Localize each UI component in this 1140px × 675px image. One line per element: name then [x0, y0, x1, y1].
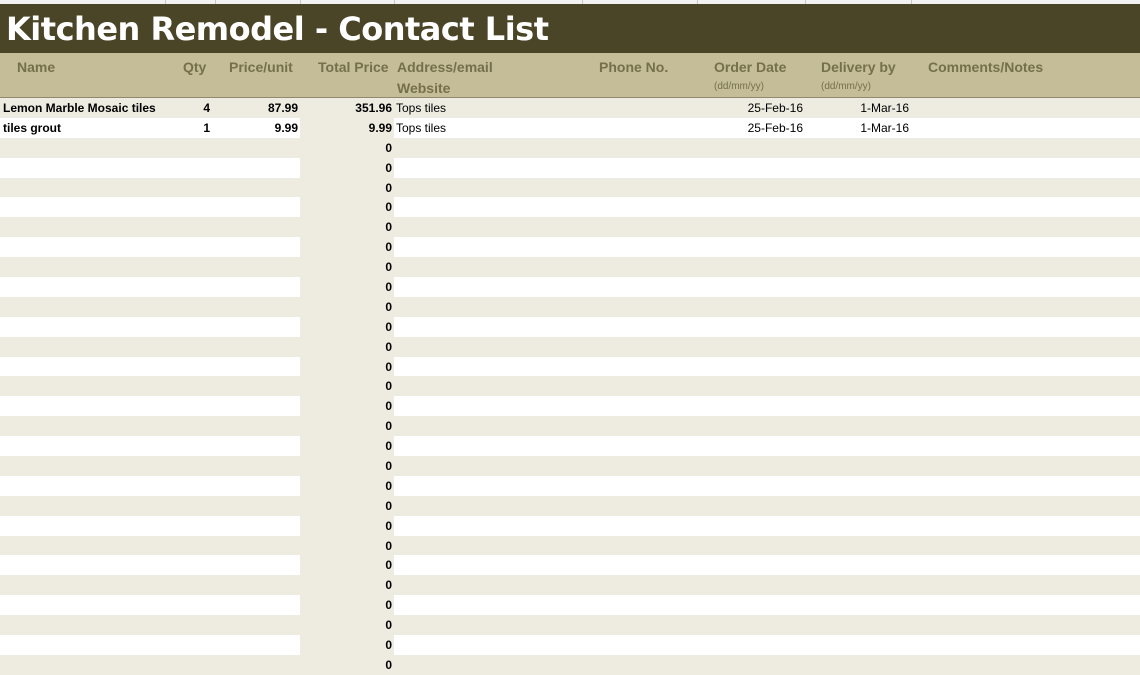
- cell-order-date[interactable]: 25-Feb-16: [697, 98, 803, 118]
- cell-address[interactable]: Tops tiles: [396, 118, 446, 138]
- cell-total-price[interactable]: 0: [300, 237, 392, 257]
- table-row[interactable]: 0: [0, 475, 1140, 496]
- cell-total-price[interactable]: 0: [300, 516, 392, 536]
- table-row[interactable]: 0: [0, 495, 1140, 516]
- cell-total-price[interactable]: 0: [300, 635, 392, 655]
- table-row[interactable]: 0: [0, 157, 1140, 178]
- table-row[interactable]: 0: [0, 217, 1140, 238]
- cell-total-price[interactable]: 0: [300, 178, 392, 198]
- table-row[interactable]: 0: [0, 257, 1140, 278]
- header-website[interactable]: Website: [397, 80, 450, 96]
- cell-delivery[interactable]: 1-Mar-16: [805, 118, 909, 138]
- table-row[interactable]: tiles grout 1 9.99 9.99 Tops tiles 25-Fe…: [0, 117, 1140, 138]
- table-row[interactable]: 0: [0, 535, 1140, 556]
- table-row[interactable]: 0: [0, 456, 1140, 476]
- cell-total-price[interactable]: 0: [300, 217, 392, 237]
- cell-delivery[interactable]: 1-Mar-16: [805, 98, 909, 118]
- cell-total-price[interactable]: 0: [300, 158, 392, 178]
- cell-total-price[interactable]: 0: [300, 456, 392, 476]
- cell-price-unit[interactable]: 87.99: [215, 98, 298, 118]
- table-row[interactable]: 0: [0, 515, 1140, 536]
- cell-address[interactable]: Tops tiles: [396, 98, 446, 118]
- cell-total-price[interactable]: 0: [300, 376, 392, 396]
- header-total-price[interactable]: Total Price: [318, 59, 389, 75]
- cell-total-price[interactable]: 0: [300, 595, 392, 615]
- cell-total-price[interactable]: 0: [300, 357, 392, 377]
- table-row[interactable]: 0: [0, 615, 1140, 636]
- header-comments[interactable]: Comments/Notes: [928, 59, 1043, 75]
- cell-total-price[interactable]: 0: [300, 555, 392, 575]
- table-row[interactable]: 0: [0, 237, 1140, 258]
- header-name[interactable]: Name: [17, 59, 55, 75]
- header-address[interactable]: Address/email: [397, 59, 493, 75]
- cell-price-unit[interactable]: 9.99: [215, 118, 298, 138]
- header-phone[interactable]: Phone No.: [599, 59, 668, 75]
- sheet-title[interactable]: Kitchen Remodel - Contact List: [6, 9, 549, 49]
- table-row[interactable]: 0: [0, 356, 1140, 377]
- header-delivery-format: (dd/mm/yy): [821, 81, 871, 92]
- table-row[interactable]: 0: [0, 197, 1140, 218]
- table-row[interactable]: 0: [0, 436, 1140, 457]
- header-order-date[interactable]: Order Date: [714, 59, 786, 75]
- cell-name[interactable]: Lemon Marble Mosaic tiles: [3, 98, 156, 118]
- table-body: Lemon Marble Mosaic tiles 4 87.99 351.96…: [0, 98, 1140, 675]
- cell-name[interactable]: tiles grout: [3, 118, 61, 138]
- cell-total-price[interactable]: 0: [300, 436, 392, 456]
- cell-order-date[interactable]: 25-Feb-16: [697, 118, 803, 138]
- cell-total-price[interactable]: 9.99: [300, 118, 392, 138]
- table-row[interactable]: 0: [0, 416, 1140, 437]
- header-delivery[interactable]: Delivery by: [821, 59, 896, 75]
- cell-qty[interactable]: 4: [165, 98, 210, 118]
- cell-total-price[interactable]: 0: [300, 496, 392, 516]
- table-row[interactable]: 0: [0, 177, 1140, 198]
- cell-total-price[interactable]: 0: [300, 297, 392, 317]
- cell-total-price[interactable]: 0: [300, 396, 392, 416]
- table-row[interactable]: 0: [0, 376, 1140, 397]
- table-row[interactable]: 0: [0, 635, 1140, 655]
- cell-total-price[interactable]: 0: [300, 536, 392, 556]
- table-row[interactable]: 0: [0, 316, 1140, 337]
- title-bar: Kitchen Remodel - Contact List: [0, 4, 1140, 53]
- table-row[interactable]: 0: [0, 336, 1140, 357]
- cell-total-price[interactable]: 0: [300, 317, 392, 337]
- cell-total-price[interactable]: 0: [300, 615, 392, 635]
- table-row[interactable]: 0: [0, 296, 1140, 317]
- cell-total-price[interactable]: 0: [300, 138, 392, 158]
- cell-total-price[interactable]: 0: [300, 575, 392, 595]
- table-row[interactable]: 0: [0, 555, 1140, 576]
- header-qty[interactable]: Qty: [183, 59, 206, 75]
- cell-total-price[interactable]: 0: [300, 416, 392, 436]
- table-row[interactable]: 0: [0, 137, 1140, 158]
- cell-total-price[interactable]: 0: [300, 197, 392, 217]
- table-row[interactable]: 0: [0, 575, 1140, 596]
- table-row[interactable]: 0: [0, 595, 1140, 616]
- header-order-date-format: (dd/mm/yy): [714, 81, 764, 92]
- cell-total-price[interactable]: 0: [300, 277, 392, 297]
- cell-total-price[interactable]: 0: [300, 257, 392, 277]
- cell-total-price[interactable]: 351.96: [300, 98, 392, 118]
- table-header: Name Qty Price/unit Total Price Address/…: [0, 53, 1140, 98]
- cell-total-price[interactable]: 0: [300, 337, 392, 357]
- header-price-unit[interactable]: Price/unit: [229, 59, 293, 75]
- table-row[interactable]: Lemon Marble Mosaic tiles 4 87.99 351.96…: [0, 98, 1140, 118]
- table-row[interactable]: 0: [0, 277, 1140, 297]
- table-row[interactable]: 0: [0, 396, 1140, 417]
- cell-qty[interactable]: 1: [165, 118, 210, 138]
- cell-total-price[interactable]: 0: [300, 476, 392, 496]
